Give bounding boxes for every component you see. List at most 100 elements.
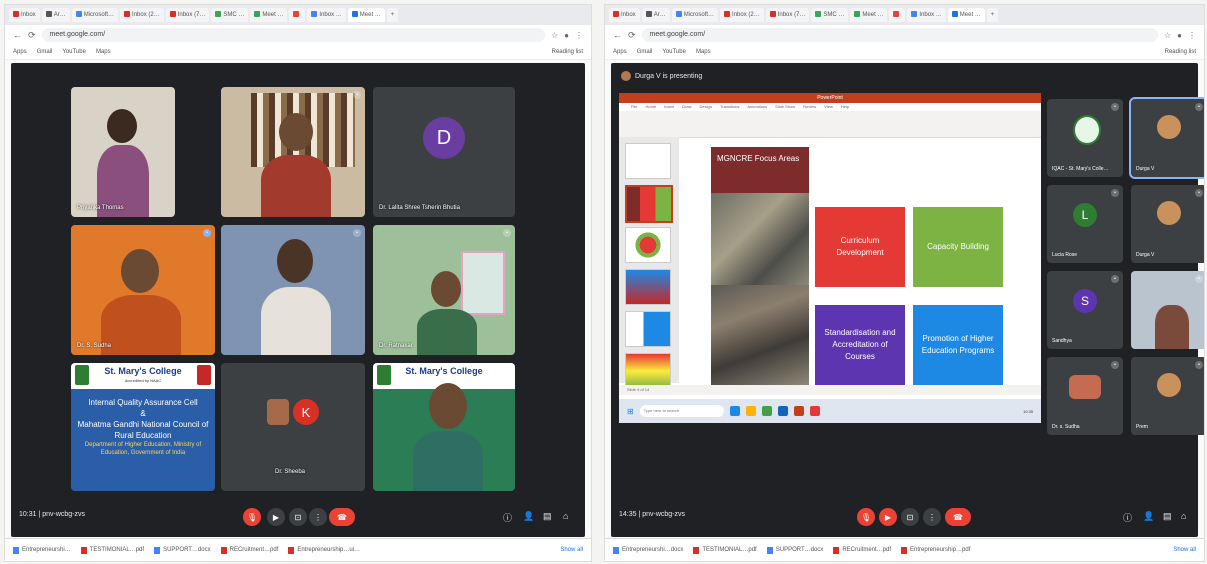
participant-tile[interactable]: • (1131, 271, 1204, 349)
menu-icon[interactable]: ⋮ (1188, 31, 1196, 40)
end-call-button[interactable]: ☎ (945, 508, 971, 526)
browser-tab[interactable]: Inbox … (907, 8, 946, 22)
camera-off-button[interactable]: ▶ (879, 508, 897, 526)
profile-icon[interactable]: ● (564, 31, 569, 40)
browser-tab[interactable]: Microsoft… (671, 8, 719, 22)
taskbar-app-icon[interactable] (729, 406, 740, 416)
show-all-link[interactable]: Show all (1173, 547, 1196, 553)
info-icon[interactable]: ⓘ (1123, 511, 1132, 524)
bookmark-apps[interactable]: Apps (13, 49, 27, 55)
back-icon[interactable]: ← (613, 30, 622, 40)
taskbar-app-icon[interactable] (761, 406, 772, 416)
ribbon-tab[interactable]: Animations (747, 103, 767, 111)
bookmark-apps[interactable]: Apps (613, 49, 627, 55)
url-field[interactable]: meet.google.com/ (41, 28, 545, 42)
slide-thumbnail[interactable] (625, 311, 671, 347)
ribbon-tab[interactable]: Draw (682, 103, 691, 111)
download-item[interactable]: RECruitment…pdf (220, 546, 278, 554)
browser-tab[interactable]: Ar… (641, 8, 670, 22)
reading-list[interactable]: Reading list (552, 49, 583, 55)
browser-tab[interactable] (289, 8, 306, 22)
participant-tile[interactable]: D Dr. Lalita Shree Tsherin Bhutia (373, 87, 515, 217)
download-item[interactable]: TESTIMONIAL…pdf (80, 546, 144, 554)
bookmark-maps[interactable]: Maps (696, 49, 711, 55)
new-tab-button[interactable]: + (986, 8, 999, 22)
reload-icon[interactable]: ⟳ (628, 30, 636, 41)
show-all-link[interactable]: Show all (560, 547, 583, 553)
download-item[interactable]: Entrepreneurshi… (13, 546, 71, 554)
mic-off-button[interactable]: 🎙 (243, 508, 261, 526)
browser-tab[interactable]: Inbox (9, 8, 40, 22)
chat-icon[interactable]: ▤ (543, 511, 552, 522)
participant-tile[interactable]: St. Mary's College (373, 363, 515, 491)
menu-icon[interactable]: ⋮ (575, 31, 583, 40)
browser-tab[interactable]: Meet … (850, 8, 888, 22)
activities-icon[interactable]: ⌂ (1181, 511, 1186, 521)
more-options-icon[interactable]: ⋮ (309, 508, 327, 526)
participant-tile[interactable]: Priyanka Thomas (71, 87, 175, 217)
ribbon-tab[interactable]: Insert (664, 103, 674, 111)
ribbon-tab[interactable]: File (631, 103, 637, 111)
participant-tile[interactable]: • Durga V (1131, 185, 1204, 263)
browser-tab[interactable]: SMC … (811, 8, 849, 22)
star-icon[interactable]: ☆ (1164, 31, 1171, 40)
ribbon-tab[interactable]: Design (699, 103, 711, 111)
download-item[interactable]: Entrepreneurship…ui… (288, 546, 360, 554)
present-button[interactable]: ⊡ (901, 508, 919, 526)
mic-off-button[interactable]: 🎙 (857, 508, 875, 526)
participant-tile[interactable]: • Prem (1131, 357, 1204, 435)
taskbar-app-icon[interactable] (777, 406, 788, 416)
participant-tile[interactable]: K Dr. Sheeba (221, 363, 365, 491)
participant-tile[interactable]: St. Mary's College Accredited by NAAC In… (71, 363, 215, 491)
browser-tab[interactable]: Inbox (609, 8, 640, 22)
profile-icon[interactable]: ● (1177, 31, 1182, 40)
taskbar-app-icon[interactable] (793, 406, 804, 416)
participant-tile[interactable]: • IQAC - St. Mary's Colle… (1047, 99, 1123, 177)
participant-tile[interactable]: • Dr. S. Sudha (71, 225, 215, 355)
people-icon[interactable]: 👤 (523, 511, 534, 522)
browser-tab[interactable]: SMC … (211, 8, 249, 22)
ribbon-tab[interactable]: Transitions (720, 103, 739, 111)
slide-thumbnail[interactable] (625, 353, 671, 389)
end-call-button[interactable]: ☎ (329, 508, 355, 526)
download-item[interactable]: RECruitment…pdf (833, 546, 891, 554)
bookmark-youtube[interactable]: YouTube (62, 49, 86, 55)
download-item[interactable]: TESTIMONIAL…pdf (693, 546, 757, 554)
start-icon[interactable]: ⊞ (627, 407, 634, 416)
browser-tab[interactable]: Inbox (2… (120, 8, 164, 22)
participant-tile[interactable]: • Durga V (1129, 97, 1204, 179)
ribbon-tab[interactable]: Home (645, 103, 656, 111)
slide-thumbnail[interactable] (625, 269, 671, 305)
participant-tile[interactable]: • Dr. Ratnakar (373, 225, 515, 355)
download-item[interactable]: Entrepreneurshi…docx (613, 546, 683, 554)
slide-thumbnail[interactable] (625, 185, 673, 223)
activities-icon[interactable]: ⌂ (563, 511, 568, 521)
download-item[interactable]: Entrepreneurship…pdf (901, 546, 970, 554)
browser-tab[interactable]: Ar… (41, 8, 70, 22)
download-item[interactable]: SUPPORT…docx (766, 546, 823, 554)
taskbar-app-icon[interactable] (745, 406, 756, 416)
new-tab-button[interactable]: + (386, 8, 399, 22)
star-icon[interactable]: ☆ (551, 31, 558, 40)
people-icon[interactable]: 👤 (1143, 511, 1154, 522)
bookmark-gmail[interactable]: Gmail (37, 49, 53, 55)
participant-tile[interactable]: • Dr. s. Sudha (1047, 357, 1123, 435)
browser-tab[interactable]: Inbox (7… (165, 8, 210, 22)
url-field[interactable]: meet.google.com/ (641, 28, 1158, 42)
bookmark-youtube[interactable]: YouTube (662, 49, 686, 55)
browser-tab[interactable]: Inbox (7… (765, 8, 810, 22)
browser-tab[interactable]: Meet … (947, 8, 985, 22)
bookmark-maps[interactable]: Maps (96, 49, 111, 55)
chat-icon[interactable]: ▤ (1163, 511, 1172, 522)
participant-tile[interactable]: L • Lucia Rose (1047, 185, 1123, 263)
taskbar-search[interactable]: Type here to search (639, 405, 724, 417)
reading-list[interactable]: Reading list (1165, 49, 1196, 55)
ribbon-tab[interactable]: Slide Show (775, 103, 795, 111)
taskbar-app-icon[interactable] (809, 406, 820, 416)
browser-tab[interactable]: Meet … (250, 8, 288, 22)
back-icon[interactable]: ← (13, 30, 22, 40)
browser-tab[interactable]: Microsoft… (71, 8, 119, 22)
more-options-icon[interactable]: ⋮ (923, 508, 941, 526)
present-button[interactable]: ⊡ (289, 508, 307, 526)
browser-tab[interactable]: Inbox … (307, 8, 346, 22)
